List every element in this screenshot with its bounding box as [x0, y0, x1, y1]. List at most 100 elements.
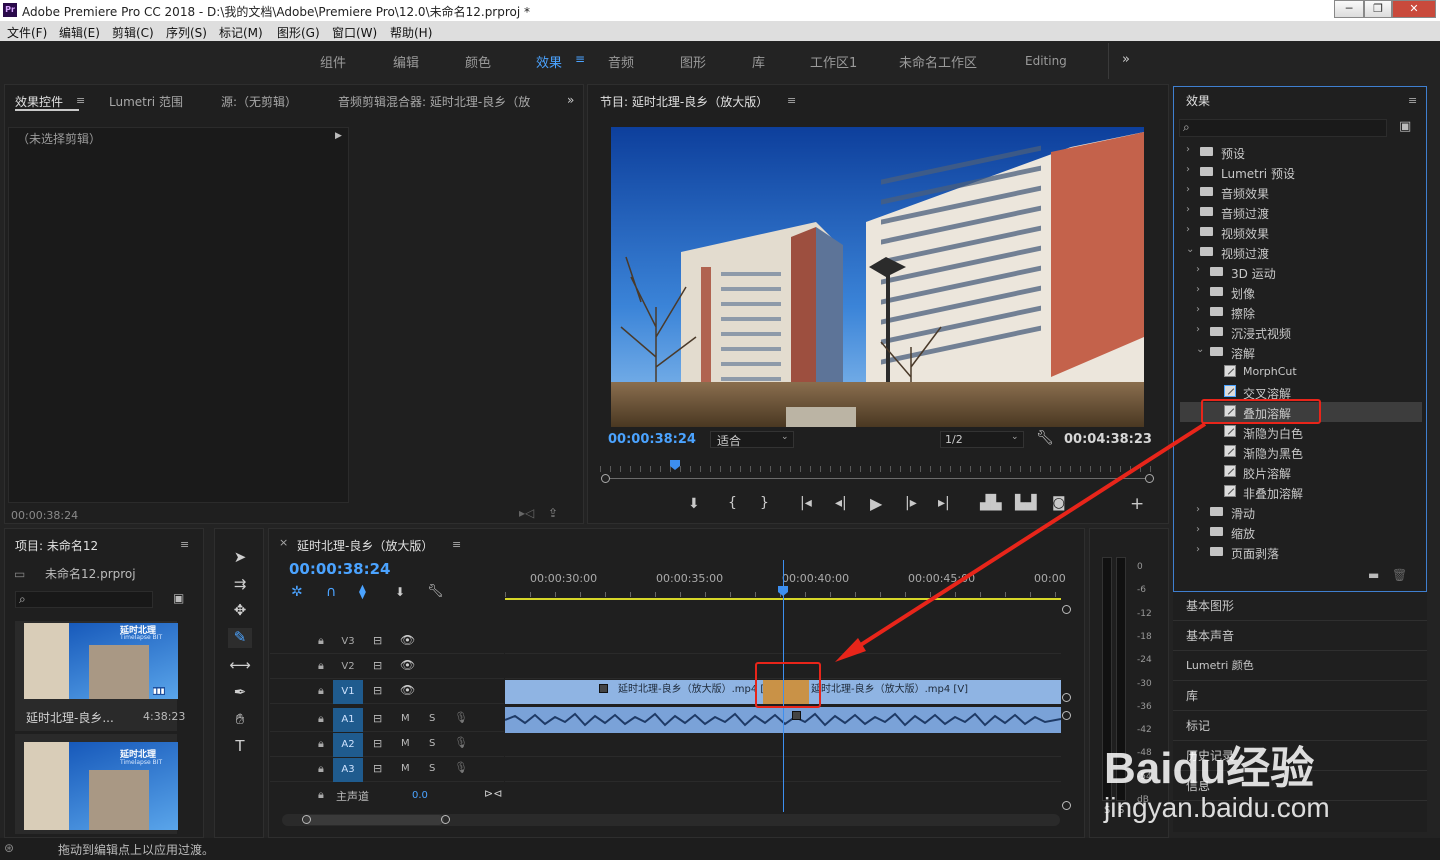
vertical-zoom-handle[interactable] — [1062, 801, 1071, 810]
track-name-a1[interactable]: A1 — [333, 708, 363, 732]
mute-button[interactable]: M — [401, 713, 410, 724]
solo-button[interactable]: S — [429, 763, 435, 774]
chevron-right-icon[interactable]: › — [1196, 264, 1200, 275]
minimize-button[interactable]: ─ — [1334, 0, 1364, 18]
track-name-v1[interactable]: V1 — [333, 680, 363, 704]
panel-menu-icon[interactable]: ≡ — [452, 538, 461, 551]
workspace-tab-untitled[interactable]: 未命名工作区 — [899, 52, 977, 71]
slip-tool-icon[interactable]: ⟷ — [228, 656, 252, 676]
timeline-timecode[interactable]: 00:00:38:24 — [289, 560, 391, 578]
solo-button[interactable]: S — [429, 713, 435, 724]
play-icon[interactable]: ▶ — [870, 494, 882, 513]
effect-folder[interactable]: › 音频效果 — [1180, 182, 1422, 202]
effect-folder[interactable]: ⌄ 视频过渡 — [1180, 242, 1422, 262]
effect-item[interactable]: 渐隐为黑色 — [1180, 442, 1422, 462]
effect-folder[interactable]: › 缩放 — [1180, 522, 1422, 542]
workspace-tab-color[interactable]: 颜色 — [465, 52, 491, 71]
lock-icon[interactable]: 🔒︎ — [318, 762, 324, 776]
master-volume-value[interactable]: 0.0 — [412, 790, 428, 801]
close-button[interactable]: ✕ — [1392, 0, 1436, 18]
mark-out-icon[interactable]: } — [760, 495, 769, 511]
sync-lock-icon[interactable]: ⊟ — [373, 762, 382, 775]
effect-folder[interactable]: › 划像 — [1180, 282, 1422, 302]
sync-lock-icon[interactable]: ⊟ — [373, 634, 382, 647]
new-bin-icon[interactable]: ▣ — [1399, 119, 1411, 134]
right-panel-tab[interactable]: 标记 — [1186, 717, 1210, 734]
track-name-v2[interactable]: V2 — [333, 655, 363, 679]
menu-sequence[interactable]: 序列(S) — [166, 24, 207, 41]
fit-dropdown[interactable]: 适合 ⌄ — [710, 431, 794, 448]
chevron-down-icon[interactable]: ⌄ — [1196, 344, 1204, 355]
right-panel-tab[interactable]: 基本图形 — [1186, 597, 1234, 614]
eye-icon[interactable]: 👁︎ — [400, 633, 415, 647]
track-name-a3[interactable]: A3 — [333, 758, 363, 782]
effect-folder[interactable]: ⌄ 溶解 — [1180, 342, 1422, 362]
panel-menu-icon[interactable]: ≡ — [1408, 94, 1417, 107]
workspace-tab-editing-en[interactable]: Editing — [1025, 54, 1067, 68]
workspace-tab-assembly[interactable]: 组件 — [320, 52, 346, 71]
chevron-right-icon[interactable]: › — [1196, 544, 1200, 555]
effect-folder[interactable]: › 音频过渡 — [1180, 202, 1422, 222]
effect-folder[interactable]: › 预设 — [1180, 142, 1422, 162]
workspace-menu-icon[interactable]: ≡ — [575, 52, 585, 66]
right-panel-tab[interactable]: Lumetri 颜色 — [1186, 657, 1254, 673]
effect-folder[interactable]: › 沉浸式视频 — [1180, 322, 1422, 342]
lock-icon[interactable]: 🔒︎ — [318, 712, 324, 726]
selection-tool-icon[interactable]: ➤ — [228, 548, 252, 568]
effect-item[interactable]: 非叠加溶解 — [1180, 482, 1422, 502]
vertical-zoom-handle[interactable] — [1062, 711, 1071, 720]
right-panel-tab[interactable]: 库 — [1186, 687, 1198, 704]
effect-folder[interactable]: › 擦除 — [1180, 302, 1422, 322]
sync-lock-icon[interactable]: ⊟ — [373, 712, 382, 725]
scroll-handle-right[interactable] — [441, 815, 450, 824]
ripple-edit-tool-icon[interactable]: ✥ — [228, 601, 252, 621]
lock-icon[interactable]: 🔒︎ — [318, 634, 324, 648]
menu-marker[interactable]: 标记(M) — [219, 24, 263, 41]
menu-graphics[interactable]: 图形(G) — [277, 24, 320, 41]
expand-arrow-icon[interactable]: ▶ — [335, 131, 342, 141]
chevron-right-icon[interactable]: › — [1196, 504, 1200, 515]
workspace-tab-editing[interactable]: 编辑 — [393, 52, 419, 71]
effect-folder[interactable]: › 页面剥落 — [1180, 542, 1422, 562]
program-scrubber[interactable] — [600, 458, 1155, 486]
solo-right[interactable]: S — [1118, 805, 1124, 816]
mute-button[interactable]: M — [401, 763, 410, 774]
new-bin-icon[interactable]: ▣ — [173, 591, 184, 605]
effect-folder[interactable]: › 3D 运动 — [1180, 262, 1422, 282]
sync-lock-icon[interactable]: ⊟ — [373, 684, 382, 697]
chevron-right-icon[interactable]: › — [1186, 144, 1190, 155]
close-tab-icon[interactable]: × — [279, 536, 288, 549]
step-forward-icon[interactable]: |▸ — [905, 495, 917, 511]
workspace-tab-effects[interactable]: 效果 — [536, 52, 562, 71]
mic-icon[interactable]: 🎙︎ — [454, 711, 468, 724]
workspace-tab-workspace1[interactable]: 工作区1 — [810, 52, 857, 71]
track-select-tool-icon[interactable]: ⇉ — [228, 575, 252, 595]
right-panel-tab[interactable]: 基本声音 — [1186, 627, 1234, 644]
marker-icon[interactable]: ⬇︎ — [395, 585, 405, 599]
zoom-handle-right[interactable] — [1145, 474, 1154, 483]
add-marker-icon[interactable]: ⬇︎ — [688, 496, 700, 512]
effect-folder[interactable]: › 视频效果 — [1180, 222, 1422, 242]
lock-icon[interactable]: 🔒︎ — [318, 788, 324, 802]
lock-icon[interactable]: 🔒︎ — [318, 737, 324, 751]
solo-left[interactable]: S — [1104, 805, 1110, 816]
eye-icon[interactable]: 👁︎ — [400, 683, 415, 697]
export-icon[interactable]: ⇪ — [548, 506, 558, 520]
right-panel-tab[interactable]: 历史记录 — [1186, 747, 1234, 764]
project-search-input[interactable]: ⌕ — [15, 591, 153, 608]
panel-overflow-icon[interactable]: » — [567, 93, 574, 107]
menu-help[interactable]: 帮助(H) — [390, 24, 432, 41]
tab-effect-controls[interactable]: 效果控件 — [15, 93, 63, 110]
wrench-icon[interactable]: 🔧︎ — [1036, 430, 1054, 446]
chevron-right-icon[interactable]: › — [1186, 204, 1190, 215]
project-clip-item[interactable]: 延时北理 Timelapse BIT ▮▮▮ 延时北理-良乡... 4:38:2… — [15, 621, 185, 731]
go-to-in-icon[interactable]: |◂ — [800, 495, 812, 511]
sync-lock-icon[interactable]: ⊟ — [373, 737, 382, 750]
effect-item[interactable]: 胶片溶解 — [1180, 462, 1422, 482]
chevron-right-icon[interactable]: › — [1196, 284, 1200, 295]
panel-menu-icon[interactable]: ≡ — [180, 538, 189, 551]
mic-icon[interactable]: 🎙︎ — [454, 761, 468, 774]
solo-button[interactable]: S — [429, 738, 435, 749]
type-tool-icon[interactable]: T — [228, 737, 252, 757]
track-name-a2[interactable]: A2 — [333, 733, 363, 757]
